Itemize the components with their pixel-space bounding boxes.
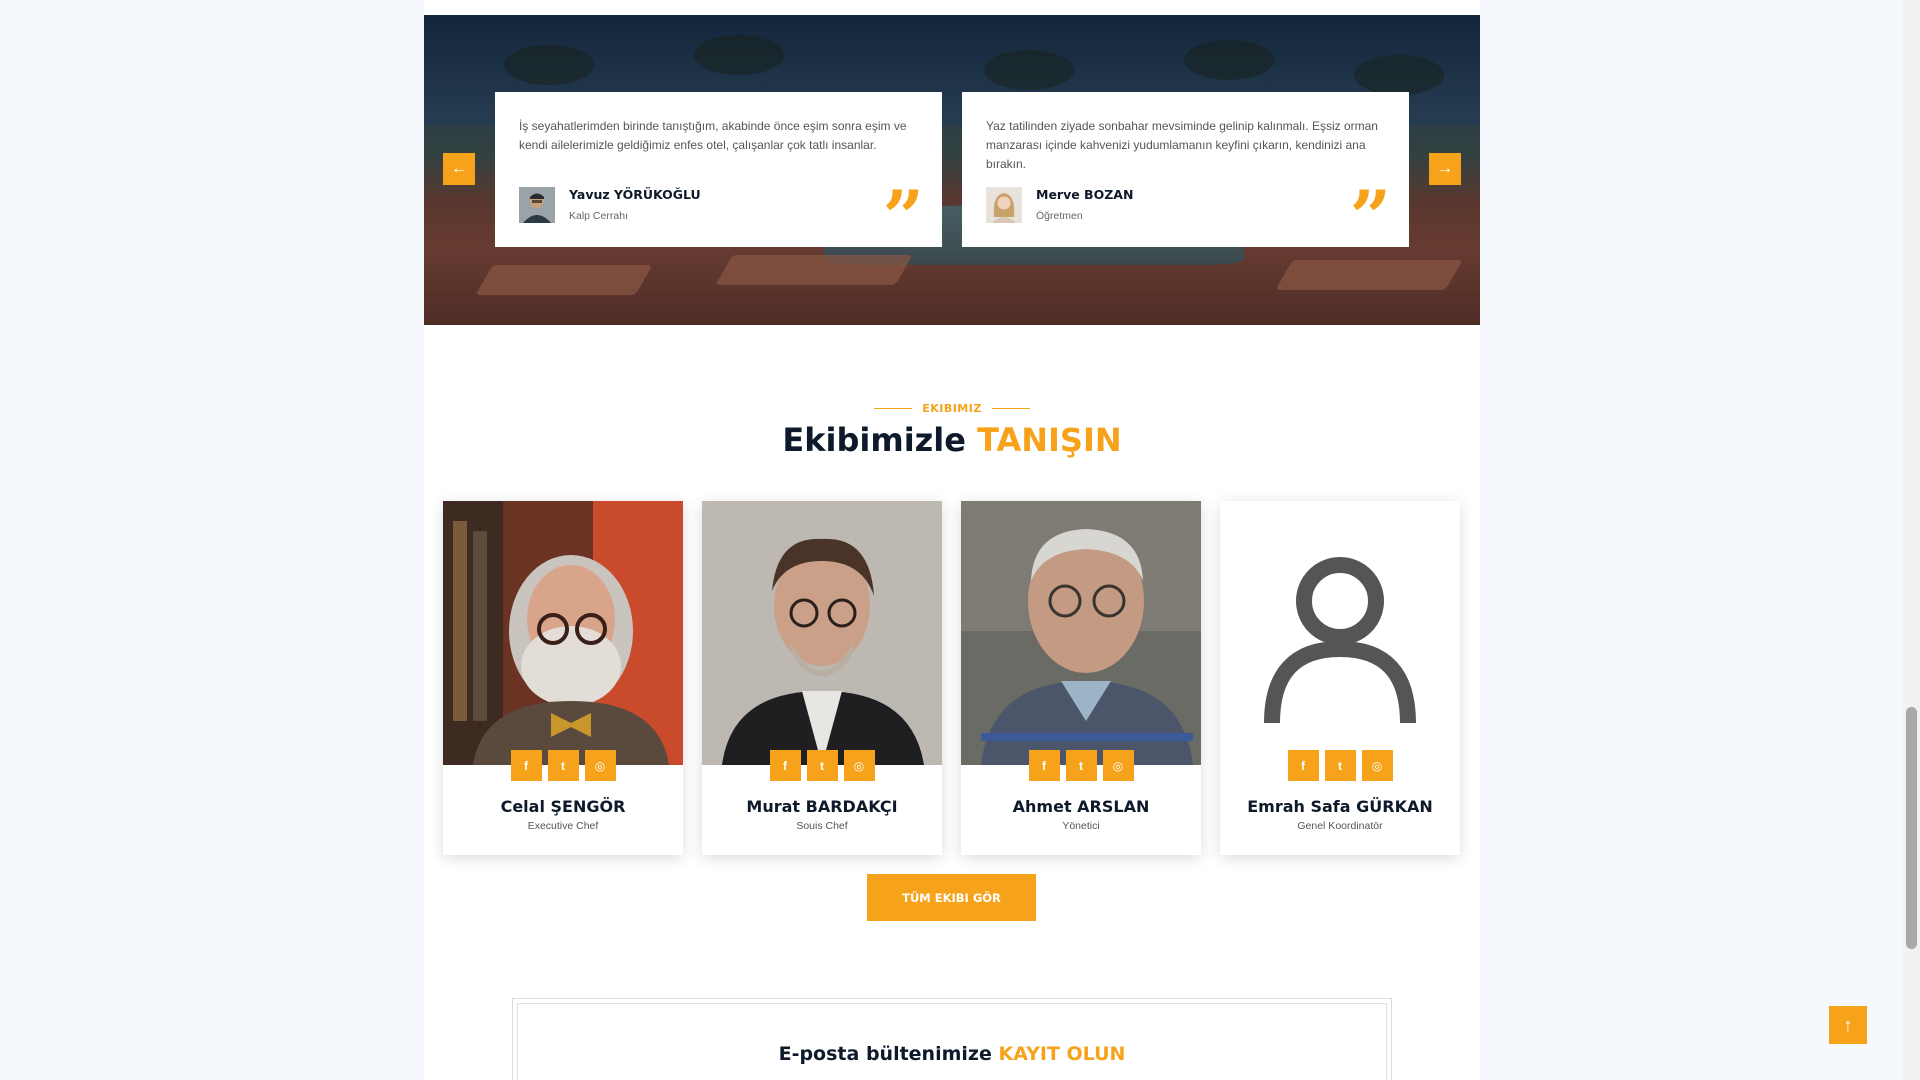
section-title-main: Ekibimizle — [782, 421, 978, 459]
section-title-highlight: TANIŞIN — [977, 421, 1122, 459]
twitter-icon[interactable]: t — [806, 750, 838, 781]
team-member-card: f t ◎ Emrah Safa GÜRKAN Genel Koordinatö… — [1220, 501, 1460, 855]
next-testimonial-button[interactable]: → — [1429, 153, 1461, 185]
twitter-icon[interactable]: t — [1065, 750, 1097, 781]
member-role: Souis Chef — [796, 820, 848, 832]
testimonials-section: ← → İş seyahatlerimden birinde tanıştığı… — [424, 15, 1480, 325]
instagram-icon[interactable]: ◎ — [584, 750, 616, 781]
facebook-icon[interactable]: f — [769, 750, 801, 781]
team-member-card: f t ◎ Ahmet ARSLAN Yönetici — [961, 501, 1201, 855]
avatar — [519, 187, 555, 223]
divider — [991, 407, 1030, 410]
newsletter-title: E-posta bültenimize KAYIT OLUN — [513, 1043, 1391, 1065]
testimonial-card: İş seyahatlerimden birinde tanıştığım, a… — [495, 92, 942, 253]
team-member-card: f t ◎ Celal ŞENGÖR Executive Chef — [443, 501, 683, 855]
quote-icon: ” — [882, 174, 924, 259]
team-member-card: f t ◎ Murat BARDAKÇI Souis Chef — [702, 501, 942, 855]
social-links: f t ◎ — [443, 750, 683, 781]
member-photo — [702, 501, 942, 765]
instagram-icon[interactable]: ◎ — [843, 750, 875, 781]
social-links: f t ◎ — [702, 750, 942, 781]
testimonial-text: İş seyahatlerimden birinde tanıştığım, a… — [519, 119, 907, 152]
quote-icon: ” — [1349, 174, 1391, 259]
prev-testimonial-button[interactable]: ← — [443, 153, 475, 185]
member-photo — [961, 501, 1201, 765]
newsletter-box: E-posta bültenimize KAYIT OLUN — [512, 998, 1392, 1080]
arrow-up-icon: ↑ — [1843, 1014, 1853, 1035]
arrow-right-icon: → — [1437, 160, 1453, 177]
twitter-icon[interactable]: t — [547, 750, 579, 781]
view-all-team-button[interactable]: TÜM EKIBI GÖR — [867, 874, 1036, 921]
testimonial-author-name: Merve BOZAN — [1036, 187, 1134, 202]
member-photo — [443, 501, 683, 765]
newsletter-title-highlight: KAYIT OLUN — [998, 1043, 1126, 1065]
back-to-top-button[interactable]: ↑ — [1829, 1006, 1867, 1044]
testimonial-author: Yavuz YÖRÜKOĞLU Kalp Cerrahı — [519, 187, 701, 223]
testimonial-author-role: Kalp Cerrahı — [569, 210, 628, 222]
member-role: Executive Chef — [527, 820, 599, 832]
user-placeholder-icon — [1220, 501, 1460, 765]
section-title: Ekibimizle TANIŞIN — [424, 421, 1480, 459]
facebook-icon[interactable]: f — [1287, 750, 1319, 781]
instagram-icon[interactable]: ◎ — [1102, 750, 1134, 781]
instagram-icon[interactable]: ◎ — [1361, 750, 1393, 781]
member-role: Yönetici — [1062, 820, 1100, 832]
page-content: ← → İş seyahatlerimden birinde tanıştığı… — [424, 0, 1480, 1080]
testimonial-author: Merve BOZAN Öğretmen — [986, 187, 1133, 223]
scrollbar-thumb[interactable] — [1906, 707, 1917, 949]
social-links: f t ◎ — [961, 750, 1201, 781]
testimonial-text: Yaz tatilinden ziyade sonbahar mevsimind… — [986, 119, 1378, 171]
testimonial-card: Yaz tatilinden ziyade sonbahar mevsimind… — [962, 92, 1409, 253]
facebook-icon[interactable]: f — [1028, 750, 1060, 781]
newsletter-inner — [517, 1003, 1387, 1080]
member-name: Murat BARDAKÇI — [746, 797, 898, 816]
avatar — [986, 187, 1022, 223]
testimonial-author-role: Öğretmen — [1036, 210, 1083, 222]
section-eyebrow: EKIBIMIZ — [424, 402, 1480, 415]
divider — [874, 407, 913, 410]
member-name: Ahmet ARSLAN — [1012, 797, 1150, 816]
testimonial-author-name: Yavuz YÖRÜKOĞLU — [569, 187, 701, 202]
facebook-icon[interactable]: f — [510, 750, 542, 781]
member-name: Celal ŞENGÖR — [500, 797, 626, 816]
eyebrow-label: EKIBIMIZ — [922, 402, 982, 415]
member-role: Genel Koordinatör — [1297, 820, 1383, 832]
newsletter-title-main: E-posta bültenimize — [778, 1043, 999, 1065]
arrow-left-icon: ← — [451, 160, 467, 177]
social-links: f t ◎ — [1220, 750, 1460, 781]
page-scrollbar[interactable] — [1903, 0, 1920, 1080]
member-name: Emrah Safa GÜRKAN — [1247, 797, 1433, 816]
twitter-icon[interactable]: t — [1324, 750, 1356, 781]
